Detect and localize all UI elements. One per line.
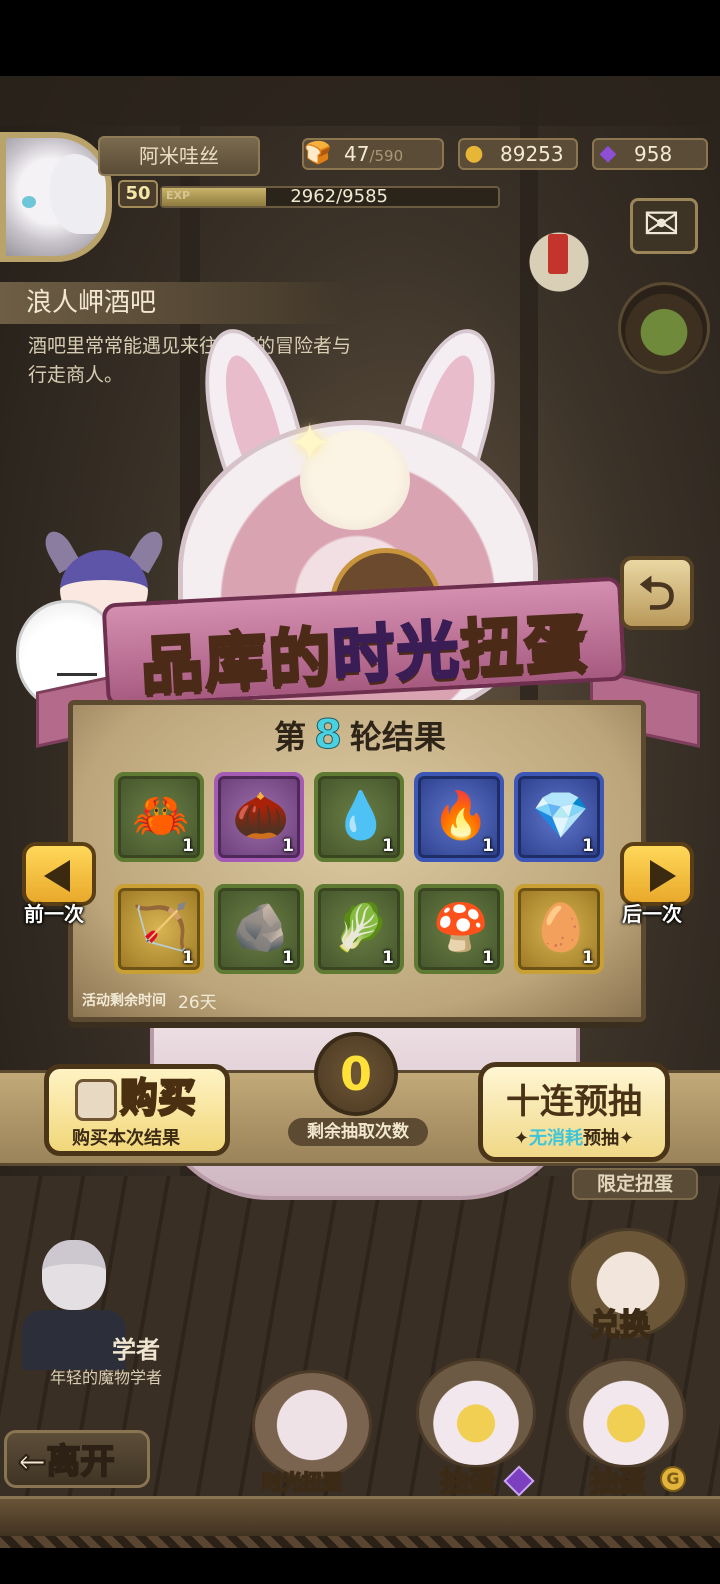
exp-value: 2962/9585: [290, 186, 388, 207]
item-quantity: 1: [382, 948, 394, 968]
avatar-eye: [22, 196, 36, 208]
result-item-slot[interactable]: 💎 1: [514, 772, 604, 862]
ceiling-beam: [0, 76, 720, 126]
time-gacha-button[interactable]: [252, 1370, 372, 1480]
result-item-slot[interactable]: 🍄 1: [414, 884, 504, 974]
time-left-value: 26天: [178, 993, 217, 1013]
bottom-trim: [0, 1536, 720, 1548]
next-round-button[interactable]: [620, 842, 694, 906]
scroll-flag: [548, 234, 568, 274]
gold-gacha-button[interactable]: [566, 1358, 686, 1468]
result-item-slot[interactable]: 🪨 1: [214, 884, 304, 974]
item-quantity: 1: [182, 948, 194, 968]
gem-gacha-button[interactable]: [416, 1358, 536, 1468]
leave-label: ←离开: [17, 1441, 115, 1483]
result-item-slot[interactable]: 🌰 1: [214, 772, 304, 862]
item-quantity: 1: [482, 836, 494, 856]
location-description: 酒吧里常常能遇见来往此区的冒险者与行走商人。: [28, 335, 352, 386]
player-name: 阿米哇丝: [98, 136, 260, 176]
gift-box-icon: [75, 1079, 117, 1121]
gold-value: 89253: [500, 142, 564, 166]
result-item-slot[interactable]: 💧 1: [314, 772, 404, 862]
player-avatar[interactable]: [0, 132, 112, 262]
quest-scroll-icon[interactable]: [506, 212, 612, 312]
round-title: 第 8 轮结果: [274, 712, 446, 759]
exp-tag: EXP: [166, 189, 191, 202]
exp-bar: EXP 2962/9585: [160, 186, 500, 208]
gold-cost-icon: G: [660, 1466, 686, 1492]
return-button[interactable]: ⮌: [620, 556, 694, 630]
gem-icon: ◆: [599, 141, 617, 166]
gem-counter[interactable]: ◆ 958: [592, 138, 708, 170]
ten-pull-title: 十连预抽: [506, 1082, 642, 1122]
result-item-slot[interactable]: 🦀 1: [114, 772, 204, 862]
result-item-slot[interactable]: 🏹 1: [114, 884, 204, 974]
limited-gacha-tab[interactable]: 限定扭蛋: [572, 1168, 698, 1200]
item-quantity: 1: [182, 836, 194, 856]
ten-pull-subtitle: ✦无消耗预抽✦: [513, 1128, 635, 1149]
next-round-label: 后一次: [622, 902, 682, 926]
arrow-right-icon: [650, 860, 676, 892]
result-item-slot[interactable]: 🔥 1: [414, 772, 504, 862]
sparkle-icon: ✦: [288, 414, 332, 474]
buy-subtitle: 购买本次结果: [72, 1128, 180, 1149]
mail-icon[interactable]: [630, 198, 698, 254]
arrow-left-icon: [44, 860, 70, 892]
gold-counter[interactable]: ● 89253: [458, 138, 578, 170]
time-gacha-label: 时光扭蛋: [261, 1469, 343, 1495]
item-quantity: 1: [282, 836, 294, 856]
npc-description: 年轻的魔物学者: [50, 1368, 163, 1387]
npc-scholar-portrait[interactable]: [16, 1240, 126, 1370]
result-item-slot[interactable]: 🥬 1: [314, 884, 404, 974]
remaining-draws-count: 0: [314, 1032, 398, 1116]
gem-value: 958: [634, 142, 673, 166]
item-quantity: 1: [482, 948, 494, 968]
result-item-slot[interactable]: 🥚 1: [514, 884, 604, 974]
buy-title: 购买: [119, 1074, 197, 1120]
stamina-max: /590: [369, 147, 404, 165]
item-quantity: 1: [282, 948, 294, 968]
previous-round-button[interactable]: [22, 842, 96, 906]
location-title: 浪人岬酒吧: [0, 282, 350, 324]
time-left-label: 活动剩余时间: [82, 993, 166, 1009]
gem-gacha-label: 抽蛋: [439, 1464, 497, 1499]
gold-coin-icon: ●: [464, 141, 484, 166]
player-level: 50: [118, 180, 158, 208]
previous-round-label: 前一次: [24, 902, 84, 926]
remaining-draws-label: 剩余抽取次数: [288, 1118, 428, 1146]
backpack-icon[interactable]: [618, 282, 710, 374]
exchange-label: 兑换: [589, 1307, 651, 1344]
round-number: 8: [314, 712, 343, 759]
item-quantity: 1: [582, 836, 594, 856]
item-quantity: 1: [582, 948, 594, 968]
bread-icon: 🍞: [304, 141, 332, 166]
gold-gacha-label: 抽蛋: [589, 1464, 647, 1499]
npc-name: 学者: [112, 1336, 160, 1364]
item-quantity: 1: [382, 836, 394, 856]
stamina-counter[interactable]: 🍞 47/590: [302, 138, 444, 170]
stamina-value: 47: [344, 142, 370, 166]
